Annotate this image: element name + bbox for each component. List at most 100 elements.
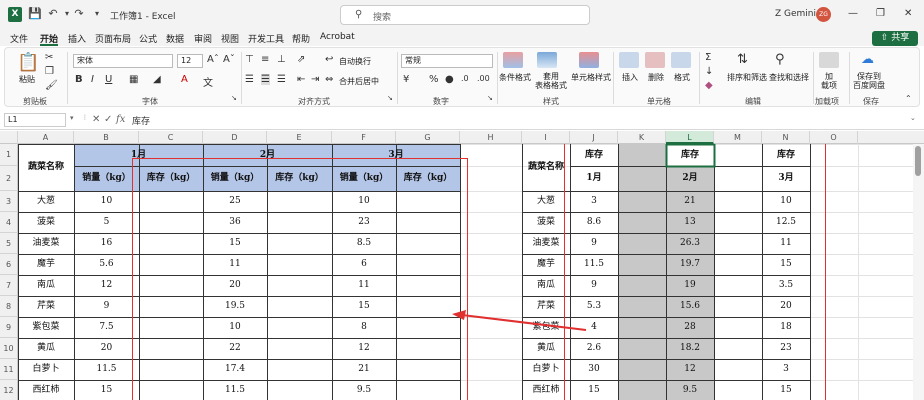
cut-icon[interactable]: ✂ [45, 52, 53, 63]
sales-cell[interactable]: 5 [74, 212, 139, 233]
cell-styles-label[interactable]: 单元格样式 [571, 72, 611, 83]
delete-cells-icon[interactable] [645, 52, 665, 68]
insert-cells-label[interactable]: 插入 [622, 72, 638, 83]
undo-icon[interactable]: ↶ [46, 7, 60, 21]
column-header[interactable]: O [810, 131, 858, 144]
accounting-format-icon[interactable]: ¥ [403, 74, 409, 85]
font-name-select[interactable]: 宋体 [73, 54, 173, 68]
column-header[interactable]: N [762, 131, 810, 144]
cancel-icon[interactable]: ✕ [92, 114, 100, 125]
row-header[interactable]: 1 [0, 144, 18, 166]
tab-view[interactable]: 视图 [221, 32, 239, 45]
tab-acrobat[interactable]: Acrobat [320, 32, 355, 42]
column-header[interactable]: E [267, 131, 332, 144]
find-select-label[interactable]: 查找和选择 [769, 72, 809, 83]
save-icon[interactable]: 💾 [28, 7, 42, 21]
number-format-select[interactable]: 常规 [401, 54, 493, 68]
font-size-select[interactable]: 12 [177, 54, 203, 68]
row-header[interactable]: 12 [0, 380, 18, 400]
increase-decimal-icon[interactable]: .0 [461, 74, 469, 83]
sort-filter-label[interactable]: 排序和筛选 [727, 72, 767, 83]
bold-icon[interactable]: B [75, 74, 83, 85]
decrease-decimal-icon[interactable]: .00 [477, 74, 490, 83]
wrap-text-label[interactable]: 自动换行 [339, 56, 371, 67]
autosum-icon[interactable]: Σ [705, 52, 711, 63]
find-select-icon[interactable]: ⚲ [775, 52, 785, 67]
align-center-icon[interactable]: ☰ [261, 74, 270, 85]
insert-cells-icon[interactable] [619, 52, 639, 68]
row-header[interactable]: 11 [0, 359, 18, 380]
scrollbar-thumb[interactable] [915, 146, 921, 176]
addins-icon[interactable] [819, 52, 839, 68]
conditional-formatting-label[interactable]: 条件格式 [499, 72, 531, 83]
vegetable-name-cell[interactable]: 白萝卜 [522, 359, 570, 380]
cloud-save-icon[interactable]: ☁ [861, 52, 874, 67]
column-header[interactable]: F [332, 131, 396, 144]
sales-cell[interactable]: 9 [74, 296, 139, 317]
user-name[interactable]: Z Gemini [775, 9, 816, 19]
sales-cell[interactable]: 11.5 [74, 359, 139, 380]
row-header[interactable]: 5 [0, 233, 18, 254]
align-top-icon[interactable]: ⊤ [245, 54, 254, 65]
increase-font-icon[interactable]: Aˆ [207, 54, 219, 65]
copy-icon[interactable]: ❐ [45, 66, 54, 77]
name-box[interactable]: L1 [4, 113, 66, 127]
paste-icon[interactable]: 📋 [17, 52, 39, 73]
number-dialog-launcher-icon[interactable]: ↘ [487, 94, 493, 102]
tab-developer[interactable]: 开发工具 [248, 32, 284, 45]
fill-color-icon[interactable]: ◢ [153, 74, 161, 85]
name-box-dropdown-icon[interactable]: ▾ [70, 114, 74, 122]
vegetable-name-cell[interactable]: 大葱 [18, 191, 74, 212]
underline-icon[interactable]: U [105, 74, 112, 85]
sales-cell[interactable]: 15 [74, 380, 139, 400]
alignment-dialog-launcher-icon[interactable]: ↘ [387, 94, 393, 102]
tab-data[interactable]: 数据 [166, 32, 184, 45]
tab-insert[interactable]: 插入 [68, 32, 86, 45]
worksheet[interactable]: 1 2 3 4 5 6 7 8 9 10 11 12 蔬菜名称 1月 2月 3月 销量（kg） 库存（kg） 销量… [0, 144, 913, 400]
vegetable-name-cell[interactable]: 白萝卜 [18, 359, 74, 380]
avatar[interactable]: ZG [816, 7, 831, 22]
sort-filter-icon[interactable]: ⇅ [737, 52, 748, 67]
decrease-font-icon[interactable]: Aˇ [223, 54, 235, 65]
tab-help[interactable]: 帮助 [292, 32, 310, 45]
paste-label[interactable]: 粘贴 [19, 74, 35, 85]
column-header[interactable]: B [74, 131, 139, 144]
column-header[interactable]: J [570, 131, 618, 144]
align-right-icon[interactable]: ☰ [277, 74, 286, 85]
expand-formula-icon[interactable]: ⌄ [910, 114, 916, 122]
sales-cell[interactable]: 5.6 [74, 254, 139, 275]
vegetable-name-cell[interactable]: 西红柿 [522, 380, 570, 400]
column-header[interactable]: G [396, 131, 460, 144]
fill-icon[interactable]: ↓ [705, 66, 713, 77]
tab-review[interactable]: 审阅 [194, 32, 212, 45]
formula-input[interactable]: 库存 [132, 114, 150, 127]
column-header[interactable]: A [18, 131, 74, 144]
vegetable-name-cell[interactable]: 魔芋 [522, 254, 570, 275]
vegetable-name-cell[interactable]: 油麦菜 [18, 233, 74, 254]
sales-cell[interactable]: 10 [74, 191, 139, 212]
align-middle-icon[interactable]: ≡ [261, 54, 269, 65]
merge-center-icon[interactable]: ⇔ [325, 74, 333, 85]
vegetable-name-cell[interactable]: 菠菜 [522, 212, 570, 233]
row-header[interactable]: 8 [0, 296, 18, 317]
close-icon[interactable]: ✕ [904, 8, 912, 19]
increase-indent-icon[interactable]: ⇥ [311, 74, 319, 85]
format-cells-icon[interactable] [671, 52, 691, 68]
delete-cells-label[interactable]: 删除 [648, 72, 664, 83]
enter-icon[interactable]: ✓ [104, 114, 112, 125]
format-painter-icon[interactable]: 🖌 [45, 80, 58, 91]
vertical-scrollbar[interactable] [913, 144, 924, 400]
wrap-text-icon[interactable]: ↩ [325, 54, 333, 65]
sales-cell[interactable]: 7.5 [74, 317, 139, 338]
tab-file[interactable]: 文件 [10, 32, 28, 45]
row-header[interactable]: 7 [0, 275, 18, 296]
format-as-table-icon[interactable] [537, 52, 557, 68]
vegetable-name-cell[interactable]: 油麦菜 [522, 233, 570, 254]
borders-icon[interactable]: ▦ [129, 74, 138, 85]
phonetic-icon[interactable]: 文 [203, 74, 213, 89]
row-header[interactable]: 9 [0, 317, 18, 338]
align-bottom-icon[interactable]: ⊥ [277, 54, 286, 65]
font-color-icon[interactable]: A [181, 74, 188, 85]
name-header-cell[interactable]: 蔬菜名称 [18, 144, 74, 191]
row-header[interactable]: 4 [0, 212, 18, 233]
